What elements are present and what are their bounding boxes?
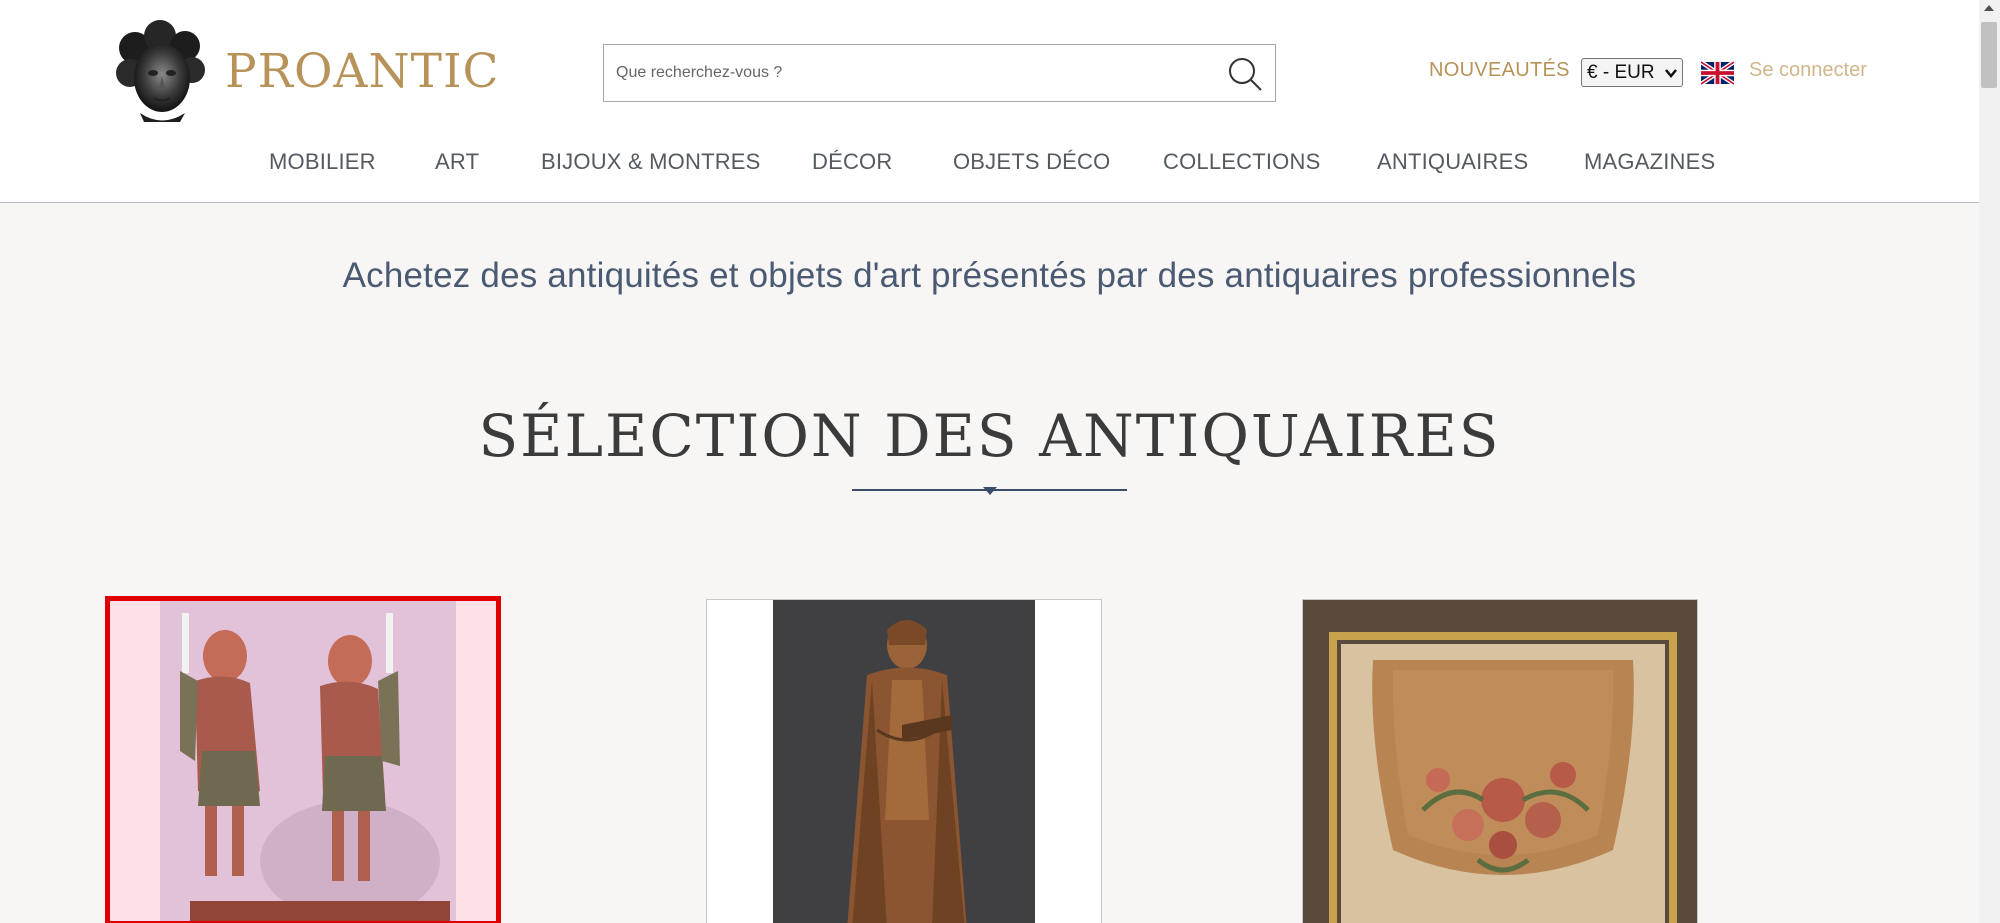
nav-item-antiquaires[interactable]: ANTIQUAIRES xyxy=(1377,149,1528,175)
scroll-up-arrow[interactable] xyxy=(1984,5,1994,11)
search-icon xyxy=(1229,58,1262,91)
pair-of-carved-angel-candle-bearers-image xyxy=(110,601,496,921)
uk-flag-icon[interactable] xyxy=(1699,60,1736,86)
product-card-saint-statue[interactable] xyxy=(706,599,1102,923)
nav-item-objets-deco[interactable]: OBJETS DÉCO xyxy=(953,149,1110,175)
main-navigation: MOBILIER ART BIJOUX & MONTRES DÉCOR OBJE… xyxy=(0,149,1979,179)
currency-select[interactable]: € - EUR xyxy=(1581,58,1683,87)
nav-item-decor[interactable]: DÉCOR xyxy=(812,149,892,175)
new-arrivals-link[interactable]: NOUVEAUTÉS xyxy=(1429,59,1570,82)
nav-item-magazines[interactable]: MAGAZINES xyxy=(1584,149,1715,175)
nav-item-mobilier[interactable]: MOBILIER xyxy=(269,149,376,175)
currency-value: € - EUR xyxy=(1587,61,1655,83)
login-link[interactable]: Se connecter xyxy=(1749,59,1867,82)
brand-name[interactable]: PROANTIC xyxy=(225,44,500,99)
cherub-head-logo[interactable] xyxy=(110,18,210,122)
site-header: PROANTIC NOUVEAUTÉS € - EUR Se connecter… xyxy=(0,0,1979,203)
search-input[interactable] xyxy=(616,45,1196,101)
product-card-angels[interactable] xyxy=(105,596,501,923)
title-ornament xyxy=(983,487,997,495)
scroll-thumb[interactable] xyxy=(1981,22,1997,88)
product-card-framed-tapestry[interactable] xyxy=(1302,599,1698,923)
section-title: SÉLECTION DES ANTIQUAIRES xyxy=(478,402,1501,470)
nav-item-bijoux-montres[interactable]: BIJOUX & MONTRES xyxy=(541,149,761,175)
nav-item-art[interactable]: ART xyxy=(435,149,479,175)
search-button[interactable] xyxy=(1225,54,1265,94)
nav-item-collections[interactable]: COLLECTIONS xyxy=(1163,149,1320,175)
page-tagline: Achetez des antiquités et objets d'art p… xyxy=(342,256,1637,295)
framed-floral-tapestry-image xyxy=(1303,600,1697,923)
page-scrollbar[interactable] xyxy=(1979,0,2000,923)
chevron-down-icon xyxy=(1665,69,1677,78)
carved-wooden-saint-statue-image xyxy=(707,600,1101,923)
search-box xyxy=(603,44,1276,102)
